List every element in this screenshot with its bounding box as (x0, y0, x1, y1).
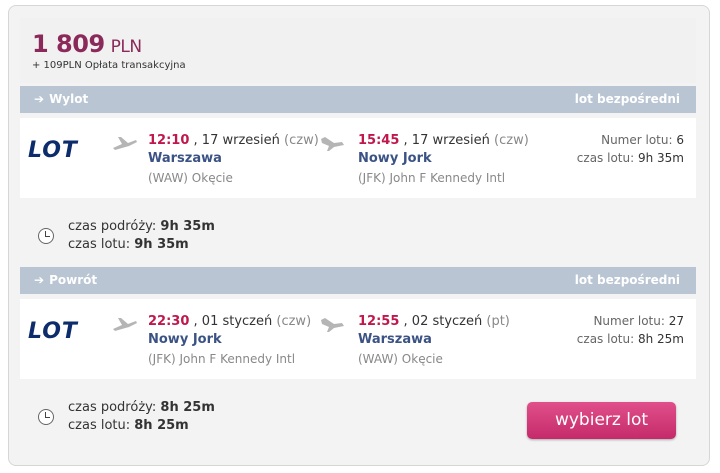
outbound-arr-airport: (JFK) John F Kennedy Intl (358, 171, 506, 185)
plane-departure-icon (113, 137, 137, 150)
transaction-fee: + 109PLN Opłata transakcyjna (32, 60, 186, 71)
outbound-summary: czas podróży: 9h 35m czas lotu: 9h 35m (20, 206, 696, 263)
return-header: ➔ Powrót lot bezpośredni (20, 267, 696, 294)
outbound-flight-duration: czas lotu: 9h 35m (576, 151, 684, 165)
lot-logo: LOT (28, 319, 78, 344)
return-arr-airport: (WAW) Okęcie (358, 352, 443, 366)
outbound-arr-time: 15:45 (358, 133, 400, 148)
outbound-flight-time: czas lotu: 9h 35m (68, 237, 189, 252)
outbound-flight-number: Numer lotu: 6 (601, 133, 684, 147)
lot-logo: LOT (28, 138, 78, 163)
return-flight-time: czas lotu: 8h 25m (68, 418, 189, 433)
clock-icon (38, 409, 54, 425)
plane-arrival-icon (321, 137, 344, 151)
direct-flight-label: lot bezpośredni (574, 273, 680, 287)
return-flight-number: Numer lotu: 27 (593, 314, 684, 328)
return-dep-city: Nowy Jork (148, 332, 222, 347)
price-currency: PLN (110, 37, 142, 57)
return-travel-time: czas podróży: 8h 25m (68, 400, 215, 415)
return-flight-duration: czas lotu: 8h 25m (576, 332, 684, 346)
outbound-dep-airport: (WAW) Okęcie (148, 171, 233, 185)
outbound-dep-time: 12:10 (148, 133, 190, 148)
direct-flight-label: lot bezpośredni (574, 92, 680, 106)
return-arr-time: 12:55 (358, 314, 400, 329)
return-arr-city: Warszawa (358, 332, 432, 347)
outbound-segment: LOT 12:10 , 17 wrzesień (czw) Warszawa (… (20, 118, 696, 198)
arrow-right-icon: ➔ (34, 273, 45, 287)
arrow-right-icon: ➔ (34, 92, 45, 106)
return-dep-airport: (JFK) John F Kennedy Intl (148, 352, 296, 366)
outbound-arr-city: Nowy Jork (358, 151, 432, 166)
select-flight-button[interactable]: wybierz lot (527, 402, 676, 439)
plane-departure-icon (113, 318, 137, 331)
return-dep-time: 22:30 (148, 314, 190, 329)
outbound-travel-time: czas podróży: 9h 35m (68, 219, 215, 234)
clock-icon (38, 228, 54, 244)
plane-arrival-icon (321, 318, 344, 332)
outbound-dep-city: Warszawa (148, 151, 222, 166)
return-segment: LOT 22:30 , 01 styczeń (czw) Nowy Jork (… (20, 299, 696, 379)
outbound-header: ➔ Wylot lot bezpośredni (20, 86, 696, 113)
price: 1 809 PLN (32, 30, 142, 58)
